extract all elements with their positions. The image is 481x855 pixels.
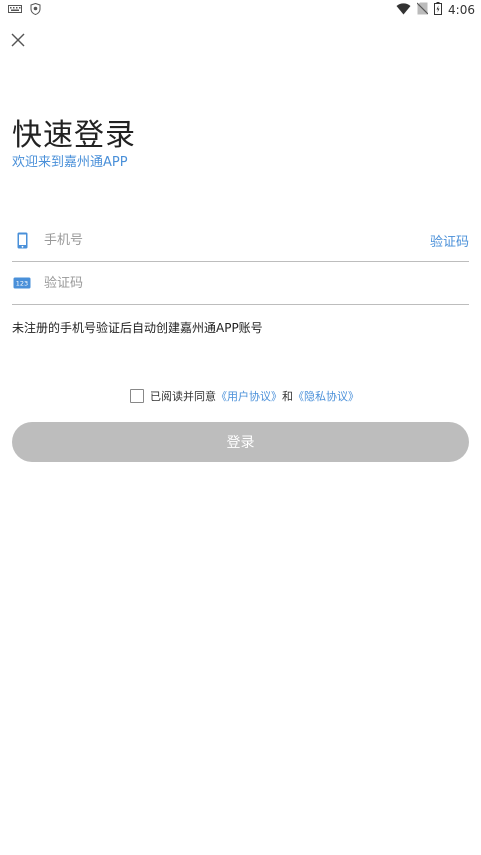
user-agreement-link[interactable]: 《用户协议》 (216, 388, 282, 404)
privacy-agreement-link[interactable]: 《隐私协议》 (293, 388, 359, 404)
status-right: 4:06 (396, 2, 481, 18)
code-field-row: 123 (12, 262, 469, 305)
login-screen: 4:06 快速登录 欢迎来到嘉州通APP 验证码 123 (0, 0, 481, 855)
number-pad-icon: 123 (12, 273, 32, 293)
no-sim-icon (416, 2, 429, 18)
register-hint: 未注册的手机号验证后自动创建嘉州通APP账号 (12, 321, 263, 335)
login-button[interactable]: 登录 (12, 422, 469, 462)
phone-field-row: 验证码 (12, 219, 469, 262)
welcome-subtitle: 欢迎来到嘉州通APP (12, 155, 128, 170)
agreement-row: 已阅读并同意 《用户协议》 和 《隐私协议》 (130, 388, 359, 404)
status-left (0, 2, 41, 18)
page-title: 快速登录 (12, 118, 136, 153)
keyboard-icon (8, 3, 22, 17)
agreement-checkbox[interactable] (130, 389, 144, 403)
svg-text:123: 123 (16, 280, 28, 288)
status-bar: 4:06 (0, 0, 481, 20)
close-button[interactable] (8, 30, 28, 50)
status-time: 4:06 (448, 3, 475, 17)
phone-icon (12, 230, 32, 250)
agreement-prefix: 已阅读并同意 (150, 390, 216, 403)
wifi-icon (396, 2, 411, 18)
get-code-button[interactable]: 验证码 (430, 231, 469, 250)
battery-icon (434, 2, 443, 18)
close-icon (11, 33, 25, 47)
agreement-and: 和 (282, 390, 293, 403)
shield-icon (30, 2, 41, 18)
code-input[interactable] (42, 274, 469, 292)
phone-input[interactable] (42, 231, 430, 249)
